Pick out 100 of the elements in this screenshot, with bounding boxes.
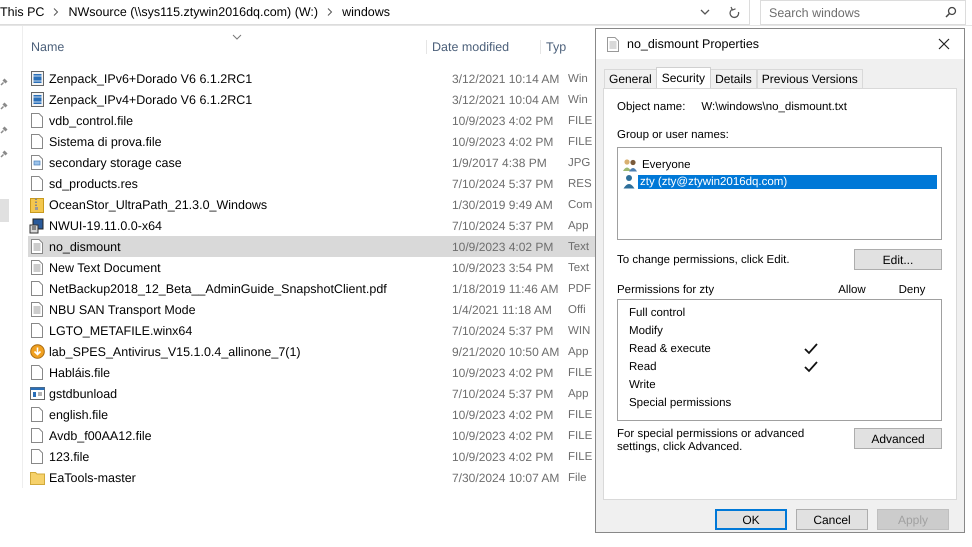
file-icon bbox=[31, 113, 43, 128]
file-row[interactable]: New Text Document 10/9/2023 3:54 PM Text bbox=[28, 257, 598, 278]
file-row[interactable]: Habláis.file 10/9/2023 4:02 PM FILE bbox=[28, 362, 598, 383]
file-icon bbox=[31, 176, 43, 191]
image-file-icon bbox=[31, 155, 43, 170]
breadcrumb[interactable]: windows bbox=[342, 5, 390, 19]
installer-icon bbox=[29, 218, 45, 234]
file-date: 9/21/2020 10:50 AM bbox=[452, 344, 560, 358]
field-label: Permissions for zty bbox=[617, 284, 716, 296]
file-row[interactable]: NBU SAN Transport Mode 1/4/2021 11:18 AM Offi bbox=[28, 299, 598, 320]
file-row[interactable]: NetBackup2018_12_Beta__AdminGuide_SnapshotClient.pdf 1/18/2019 11:46 AM PDF bbox=[28, 278, 598, 299]
file-name: 123.file bbox=[48, 450, 90, 464]
address-bar[interactable]: This PC NWsource (\\sys115.ztywin2016dq.com) (W:) windows bbox=[0, 0, 750, 25]
file-type: FILE bbox=[568, 366, 594, 378]
tab[interactable]: General bbox=[604, 69, 657, 88]
text-file-icon bbox=[31, 260, 43, 275]
file-date: 10/9/2023 4:02 PM bbox=[452, 408, 554, 422]
file-icon bbox=[31, 449, 43, 464]
download-icon bbox=[30, 344, 44, 359]
selection-highlight bbox=[0, 199, 9, 222]
permission-name: Modify bbox=[629, 325, 664, 337]
file-name: secondary storage case bbox=[48, 156, 183, 170]
text-file-icon bbox=[31, 302, 43, 317]
file-name: NetBackup2018_12_Beta__AdminGuide_SnapshotClient.pdf bbox=[48, 282, 388, 296]
file-row[interactable]: Avdb_f00AA12.file 10/9/2023 4:02 PM FILE bbox=[28, 425, 598, 446]
file-row[interactable]: Zenpack_IPv6+Dorado V6 6.1.2RC1 3/12/2021 10:14 AM Win bbox=[28, 68, 598, 89]
file-name: sd_products.res bbox=[48, 176, 139, 190]
file-name: New Text Document bbox=[48, 260, 162, 274]
file-date: 7/10/2024 5:37 PM bbox=[452, 324, 554, 338]
permission-name: Read & execute bbox=[629, 343, 712, 355]
file-row[interactable]: EaTools-master 7/30/2024 10:07 AM File bbox=[28, 467, 598, 488]
column-header: Deny bbox=[898, 284, 926, 296]
close-icon[interactable] bbox=[938, 38, 950, 50]
tab[interactable]: Previous Versions bbox=[756, 69, 863, 88]
file-row[interactable]: Sistema di prova.file 10/9/2023 4:02 PM FILE bbox=[28, 131, 598, 152]
column-header[interactable]: Date modified bbox=[426, 40, 546, 54]
file-type: App bbox=[568, 220, 590, 232]
video-file-icon bbox=[30, 92, 44, 107]
hint-text: To change permissions, click Edit. bbox=[617, 254, 790, 266]
file-date: 7/10/2024 5:37 PM bbox=[452, 386, 554, 400]
pin-icon[interactable] bbox=[0, 102, 8, 110]
edit-button[interactable]: Edit... bbox=[854, 249, 942, 270]
file-row[interactable]: lab_SPES_Antivirus_V15.1.0.4_allinone_7(1) 9/21/2020 10:50 AM App bbox=[28, 341, 598, 362]
file-row[interactable]: no_dismount 10/9/2023 4:02 PM Text bbox=[28, 236, 598, 257]
file-type: App bbox=[568, 388, 590, 400]
file-type: Com bbox=[568, 198, 594, 210]
file-name: vdb_control.file bbox=[48, 114, 134, 128]
file-name: no_dismount bbox=[48, 240, 122, 254]
file-date: 1/30/2019 9:49 AM bbox=[452, 198, 554, 212]
text-file-icon bbox=[31, 239, 43, 254]
tab[interactable]: Security bbox=[656, 67, 712, 88]
file-date: 3/12/2021 10:14 AM bbox=[452, 72, 560, 86]
file-type: RES bbox=[568, 178, 593, 190]
folder-icon bbox=[30, 470, 44, 484]
file-row[interactable]: gstdbunload 7/10/2024 5:37 PM App bbox=[28, 383, 598, 404]
hint-text: For special permissions or advanced settings, click Advanced. bbox=[617, 428, 806, 454]
permission-name: Special permissions bbox=[629, 397, 732, 409]
file-row[interactable]: Zenpack_IPv4+Dorado V6 6.1.2RC1 3/12/2021 10:04 AM Win bbox=[28, 89, 598, 110]
file-row[interactable]: vdb_control.file 10/9/2023 4:02 PM FILE bbox=[28, 110, 598, 131]
breadcrumb[interactable]: NWsource (\\sys115.ztywin2016dq.com) (W:) bbox=[68, 5, 318, 19]
file-row[interactable]: NWUI-19.11.0.0-x64 7/10/2024 5:37 PM App bbox=[28, 215, 598, 236]
permission-name: Read bbox=[629, 361, 658, 373]
file-type: Win bbox=[568, 72, 589, 84]
dialog-button[interactable]: Cancel bbox=[796, 509, 868, 530]
file-row[interactable]: sd_products.res 7/10/2024 5:37 PM RES bbox=[28, 173, 598, 194]
pin-icon[interactable] bbox=[0, 126, 8, 134]
user-item[interactable]: zty (zty@ztywin2016dq.com) bbox=[638, 174, 937, 188]
column-header: Allow bbox=[837, 284, 867, 296]
file-row[interactable]: 123.file 10/9/2023 4:02 PM FILE bbox=[28, 446, 598, 467]
user-item[interactable]: Everyone bbox=[640, 158, 937, 172]
file-date: 1/4/2021 11:18 AM bbox=[452, 302, 553, 316]
file-row[interactable]: english.file 10/9/2023 4:02 PM FILE bbox=[28, 404, 598, 425]
dialog-title: no_dismount Properties bbox=[627, 37, 760, 51]
file-type: Text bbox=[568, 240, 590, 252]
file-type: Offi bbox=[568, 304, 587, 316]
refresh-icon[interactable] bbox=[729, 6, 741, 18]
pin-icon[interactable] bbox=[0, 78, 8, 86]
file-name: LGTO_METAFILE.winx64 bbox=[48, 324, 194, 338]
file-type: FILE bbox=[568, 114, 594, 126]
user-icon bbox=[622, 174, 636, 189]
file-type: FILE bbox=[568, 408, 594, 420]
file-row[interactable]: OceanStor_UltraPath_21.3.0_Windows 1/30/2019 9:49 AM Com bbox=[28, 194, 598, 215]
field-label: Group or user names: bbox=[617, 129, 730, 141]
tab[interactable]: Details bbox=[710, 69, 757, 88]
file-date: 10/9/2023 4:02 PM bbox=[452, 428, 554, 442]
column-header[interactable]: Typ bbox=[540, 40, 572, 54]
file-row[interactable]: LGTO_METAFILE.winx64 7/10/2024 5:37 PM WIN bbox=[28, 320, 598, 341]
file-row[interactable]: secondary storage case 1/9/2017 4:38 PM JPG bbox=[28, 152, 598, 173]
text-file-icon bbox=[607, 36, 619, 52]
breadcrumb[interactable]: This PC bbox=[0, 5, 44, 19]
file-date: 10/9/2023 4:02 PM bbox=[452, 114, 554, 128]
file-date: 7/10/2024 5:37 PM bbox=[452, 218, 554, 232]
dropdown-icon[interactable] bbox=[700, 9, 710, 15]
dialog-button[interactable]: OK bbox=[715, 509, 787, 530]
search-field[interactable]: Search windows bbox=[760, 0, 966, 25]
advanced-button[interactable]: Advanced bbox=[854, 428, 942, 449]
pin-icon[interactable] bbox=[0, 150, 8, 158]
permission-name: Write bbox=[629, 379, 657, 391]
file-type: App bbox=[568, 346, 590, 358]
chevron-right-icon bbox=[327, 8, 334, 16]
